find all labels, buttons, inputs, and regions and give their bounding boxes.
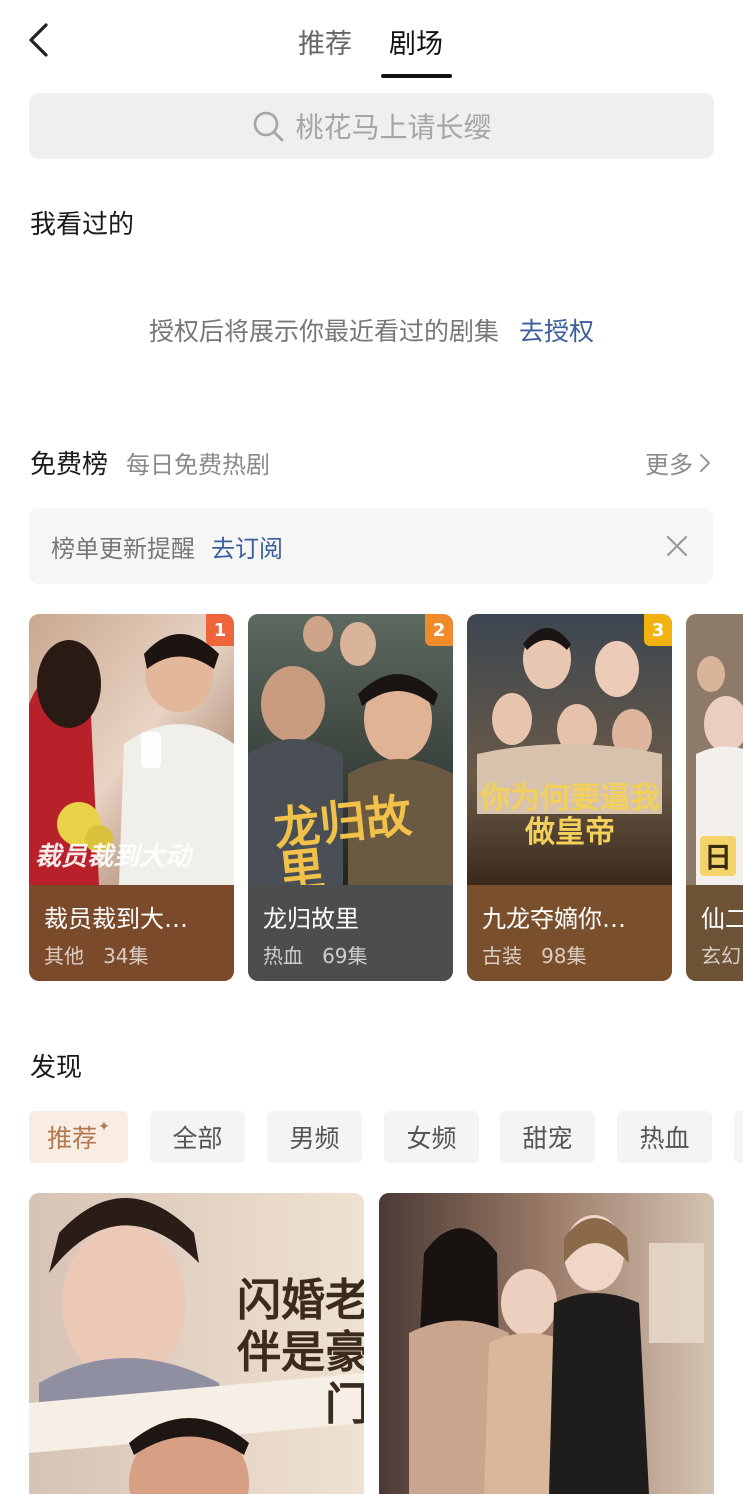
watched-section-title: 我看过的 xyxy=(30,210,135,240)
more-label: 更多 xyxy=(645,451,693,479)
authorize-link[interactable]: 去授权 xyxy=(519,317,594,346)
update-notice-banner: 榜单更新提醒 去订阅 xyxy=(29,508,713,584)
drama-meta: 玄幻 xyxy=(701,940,741,969)
chip-sweet[interactable]: 甜宠 xyxy=(500,1111,595,1163)
drama-meta: 古装 98集 xyxy=(482,940,587,969)
chip-all[interactable]: 全部 xyxy=(150,1111,245,1163)
poster-title: 日 xyxy=(700,836,737,876)
poster-title: 裁员裁到大动 xyxy=(35,842,192,872)
chip-male[interactable]: 男频 xyxy=(267,1111,362,1163)
chevron-left-icon xyxy=(29,23,48,57)
tab-recommend[interactable]: 推荐 xyxy=(298,22,352,61)
episode-count: 69集 xyxy=(322,944,368,968)
drama-meta: 其他 34集 xyxy=(44,940,149,969)
discover-section-title: 发现 xyxy=(30,1053,83,1083)
search-placeholder: 桃花马上请长缨 xyxy=(295,111,492,144)
notice-text: 榜单更新提醒 xyxy=(51,534,195,563)
drama-genre: 其他 xyxy=(44,944,84,968)
drama-genre: 玄幻 xyxy=(701,944,741,968)
card-info: 九龙夺嫡你… 古装 98集 xyxy=(467,885,672,981)
poster-title: 你为何要逼我做皇帝 xyxy=(480,781,660,850)
poster-image xyxy=(379,1193,714,1494)
free-chart-title: 免费榜 xyxy=(30,450,109,480)
chip-hot-blood[interactable]: 热血 xyxy=(617,1111,712,1163)
poster-title: 闪婚老伴是豪门 xyxy=(237,1275,364,1430)
drama-name: 龙归故里 xyxy=(263,905,359,933)
episode-count: 98集 xyxy=(541,944,587,968)
chip-female[interactable]: 女频 xyxy=(384,1111,479,1163)
drama-name: 裁员裁到大… xyxy=(44,905,188,933)
rank-badge: 2 xyxy=(425,614,453,646)
top-bar: 推荐 剧场 xyxy=(0,0,743,86)
more-button[interactable]: 更多 xyxy=(645,445,711,480)
active-tab-indicator xyxy=(381,74,452,78)
episode-count: 34集 xyxy=(103,944,149,968)
auth-message: 授权后将展示你最近看过的剧集 xyxy=(148,317,499,346)
drama-genre: 古装 xyxy=(482,944,522,968)
card-info: 龙归故里 热血 69集 xyxy=(248,885,453,981)
close-icon[interactable] xyxy=(663,532,691,560)
rank-badge: 1 xyxy=(206,614,234,646)
free-chart-subtitle: 每日免费热剧 xyxy=(126,451,270,479)
chip-more[interactable] xyxy=(734,1111,743,1163)
rank-card-3[interactable]: 你为何要逼我做皇帝 3 九龙夺嫡你… 古装 98集 xyxy=(467,614,672,981)
poster-title: 龙归故里 xyxy=(271,788,415,901)
watched-empty-state: 授权后将展示你最近看过的剧集 去授权 xyxy=(0,312,743,348)
chip-recommend[interactable]: 推荐 ✦ xyxy=(29,1111,128,1163)
rank-badge: 3 xyxy=(644,614,672,646)
feed-card-2[interactable] xyxy=(379,1193,714,1494)
drama-name: 仙二 xyxy=(701,905,743,933)
drama-meta: 热血 69集 xyxy=(263,940,368,969)
subscribe-link[interactable]: 去订阅 xyxy=(211,529,283,564)
card-info: 仙二 玄幻 xyxy=(686,885,743,981)
chip-label: 推荐 xyxy=(47,1124,98,1153)
back-button[interactable] xyxy=(18,20,58,60)
rank-card-4[interactable]: 日 仙二 玄幻 xyxy=(686,614,743,981)
feed-card-1[interactable]: 闪婚老伴是豪门 xyxy=(29,1193,364,1494)
sparkle-icon: ✦ xyxy=(98,1119,110,1135)
free-chart-list: 裁员裁到大动 1 裁员裁到大… 其他 34集 龙归故里 2 龙归故里 热血 69… xyxy=(29,614,743,984)
search-input[interactable]: 桃花马上请长缨 xyxy=(29,93,714,159)
rank-card-1[interactable]: 裁员裁到大动 1 裁员裁到大… 其他 34集 xyxy=(29,614,234,981)
category-chips: 推荐 ✦ 全部 男频 女频 甜宠 热血 xyxy=(29,1111,743,1163)
search-icon xyxy=(254,111,284,142)
tab-theater[interactable]: 剧场 xyxy=(389,22,443,61)
drama-genre: 热血 xyxy=(263,944,303,968)
drama-name: 九龙夺嫡你… xyxy=(482,905,626,933)
card-info: 裁员裁到大… 其他 34集 xyxy=(29,885,234,981)
chevron-right-icon xyxy=(700,453,710,472)
rank-card-2[interactable]: 龙归故里 2 龙归故里 热血 69集 xyxy=(248,614,453,981)
